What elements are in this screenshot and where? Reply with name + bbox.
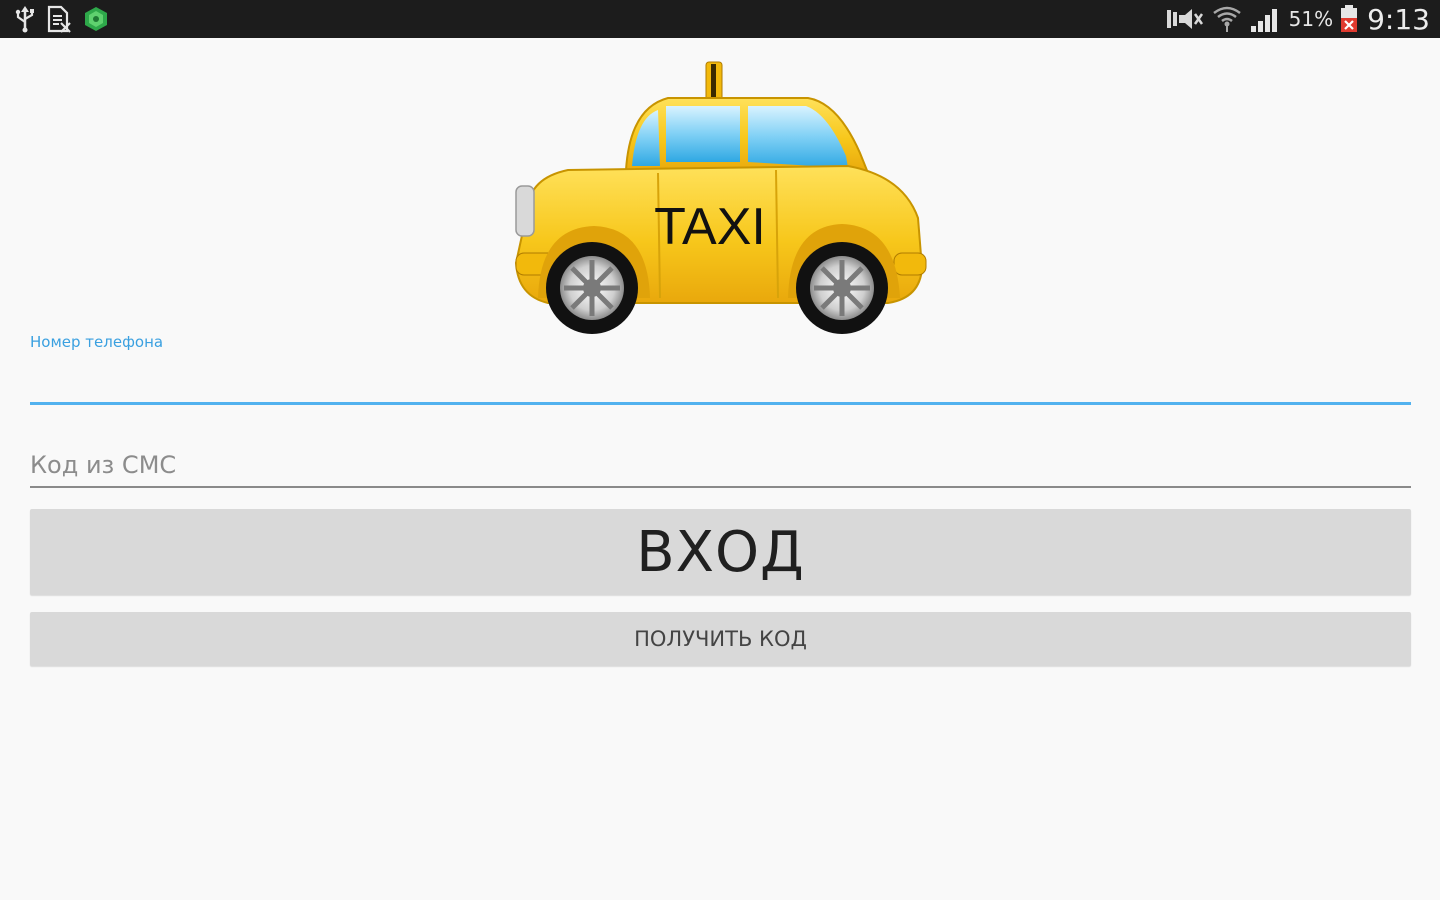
wifi-icon <box>1211 4 1243 34</box>
mute-icon <box>1165 6 1205 32</box>
status-bar-left <box>14 4 110 34</box>
get-code-button[interactable]: ПОЛУЧИТЬ КОД <box>30 612 1411 666</box>
sms-code-input[interactable] <box>30 444 1411 488</box>
status-bar: 51% 9:13 <box>0 0 1440 38</box>
login-button[interactable]: ВХОД <box>30 509 1411 595</box>
battery-icon <box>1339 4 1359 34</box>
rear-wheel <box>796 242 888 334</box>
phone-label: Номер телефона <box>30 333 164 351</box>
taxi-logo: TAXI <box>508 58 932 340</box>
clock: 9:13 <box>1367 2 1430 36</box>
battery-percent: 51% <box>1288 7 1334 31</box>
usb-icon <box>14 5 36 33</box>
front-wheel <box>546 242 638 334</box>
signal-icon <box>1249 4 1283 34</box>
taxi-logo-text: TAXI <box>654 198 766 256</box>
shield-app-icon <box>82 5 110 33</box>
document-icon <box>46 5 72 33</box>
status-bar-right: 51% 9:13 <box>1165 2 1430 36</box>
phone-input[interactable] <box>30 356 1411 405</box>
